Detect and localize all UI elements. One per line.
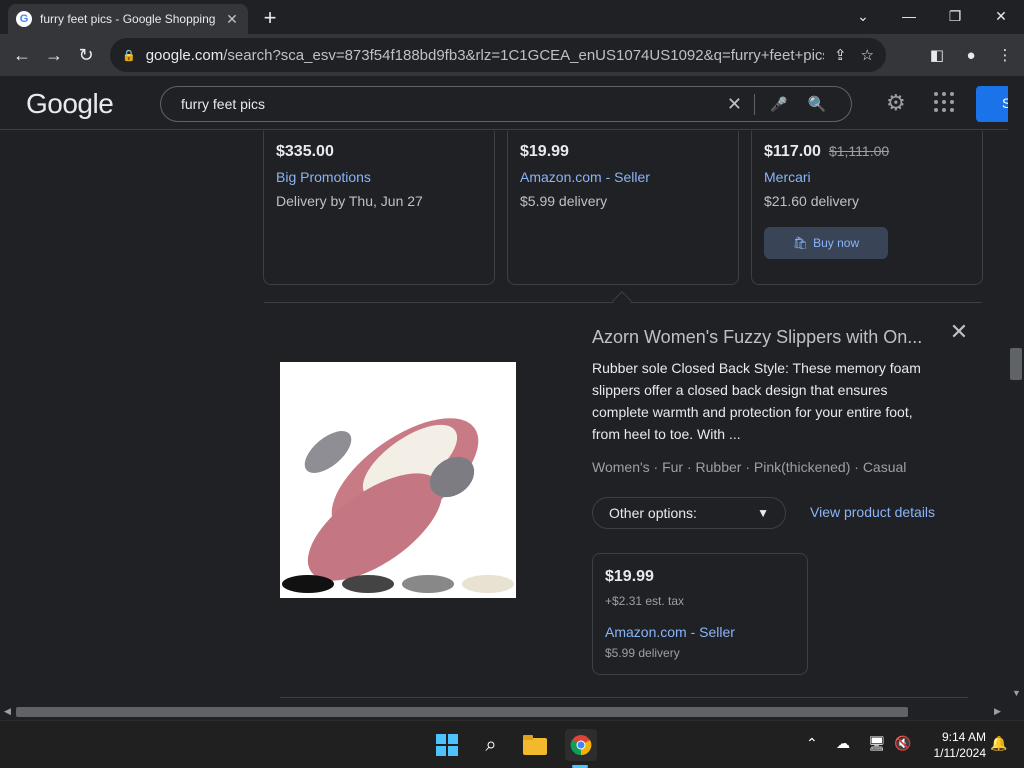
chevron-down-icon: ▼ xyxy=(757,506,769,520)
scroll-down-arrow-icon[interactable]: ▼ xyxy=(1012,688,1021,698)
settings-gear-icon[interactable]: ⚙ xyxy=(886,90,906,116)
card-delivery: $5.99 delivery xyxy=(520,193,608,209)
notification-bell-icon[interactable]: 🔔 xyxy=(990,735,1007,752)
section-divider xyxy=(280,697,968,698)
vertical-scroll-thumb[interactable] xyxy=(1010,348,1022,380)
product-description: Rubber sole Closed Back Style: These mem… xyxy=(592,360,921,442)
product-card[interactable]: $117.00 $1,111.00 Mercari $21.60 delivery… xyxy=(751,131,983,285)
windows-start-icon[interactable] xyxy=(433,731,461,759)
card-delivery: $21.60 delivery xyxy=(764,193,859,209)
card-seller-link[interactable]: Mercari xyxy=(764,169,970,185)
google-apps-icon[interactable] xyxy=(934,92,954,112)
reload-button[interactable]: ↻ xyxy=(70,39,102,71)
minimize-button[interactable]: — xyxy=(886,0,932,32)
product-image[interactable] xyxy=(280,362,516,598)
volume-muted-icon[interactable]: 🔇 xyxy=(894,735,911,752)
shopping-bag-icon: 🛍 xyxy=(792,236,809,250)
microphone-icon[interactable]: 🎤 xyxy=(765,96,793,113)
offer-tax: +$2.31 est. tax xyxy=(605,594,685,608)
onedrive-cloud-icon[interactable]: ☁ xyxy=(836,735,850,752)
browser-toolbar: ← → ↻ 🔒 google.com/search?sca_esv=873f54… xyxy=(0,34,1024,76)
back-button[interactable]: ← xyxy=(6,39,38,71)
offer-delivery: $5.99 delivery xyxy=(605,646,680,660)
horizontal-scroll-thumb[interactable] xyxy=(16,707,908,717)
google-logo[interactable]: Google xyxy=(26,88,114,120)
vertical-scrollbar[interactable] xyxy=(1008,76,1024,704)
network-icon[interactable]: 🖥 xyxy=(868,735,886,752)
tab-search-button[interactable]: ⌄ xyxy=(840,0,886,32)
card-price: $19.99 xyxy=(520,143,569,160)
google-favicon-icon: G xyxy=(16,11,32,27)
product-card[interactable]: $335.00 Big Promotions Delivery by Thu, … xyxy=(263,131,495,285)
original-price: $1,111.00 xyxy=(828,143,890,159)
restore-button[interactable]: ❐ xyxy=(932,0,978,32)
shopping-results: $335.00 Big Promotions Delivery by Thu, … xyxy=(0,131,1008,704)
other-options-dropdown[interactable]: Other options: ▼ xyxy=(592,497,786,529)
chrome-taskbar-icon[interactable] xyxy=(565,729,597,761)
scroll-right-arrow-icon[interactable]: ▶ xyxy=(994,706,1001,717)
new-tab-button[interactable]: + xyxy=(258,5,282,30)
scroll-left-arrow-icon[interactable]: ◀ xyxy=(4,706,11,717)
clock-time: 9:14 AM xyxy=(941,730,986,744)
search-icon[interactable]: ⌕ xyxy=(477,731,505,759)
taskbar-clock[interactable]: 9:14 AM 1/11/2024 xyxy=(918,729,987,761)
menu-kebab-icon[interactable]: ⋮ xyxy=(994,46,1016,64)
product-attributes: Women's · Fur · Rubber · Pink(thickened)… xyxy=(592,459,907,475)
google-header: Google furry feet pics ✕ 🎤 🔍 ⚙ S xyxy=(0,76,1024,130)
browser-tab-strip: G furry feet pics - Google Shopping ✕ + … xyxy=(0,0,1024,34)
close-tab-icon[interactable]: ✕ xyxy=(224,11,240,27)
profile-icon[interactable]: ● xyxy=(960,47,982,64)
clear-search-icon[interactable]: ✕ xyxy=(715,93,755,115)
card-price: $117.00 $1,111.00 xyxy=(764,143,890,160)
search-icon[interactable]: 🔍 xyxy=(803,95,831,113)
browser-tab[interactable]: G furry feet pics - Google Shopping ✕ xyxy=(8,4,248,34)
buy-now-button[interactable]: 🛍 Buy now xyxy=(764,227,888,259)
fuzzy-slipper-image xyxy=(280,362,516,598)
card-delivery: Delivery by Thu, Jun 27 xyxy=(276,193,423,209)
offer-seller-link[interactable]: Amazon.com - Seller xyxy=(605,624,795,640)
search-box[interactable]: furry feet pics ✕ 🎤 🔍 xyxy=(160,86,852,122)
lock-icon: 🔒 xyxy=(122,49,136,62)
forward-button[interactable]: → xyxy=(38,39,70,71)
windows-taskbar: ⌕ ⌃ ☁ 🖥 🔇 9:14 AM 1/11/2024 🔔 xyxy=(0,720,1024,768)
card-price: $335.00 xyxy=(276,143,334,160)
product-card[interactable]: $19.99 Amazon.com - Seller $5.99 deliver… xyxy=(507,131,739,285)
panel-pointer xyxy=(612,291,632,311)
show-hidden-icons-chevron-icon[interactable]: ⌃ xyxy=(806,735,818,752)
side-panel-icon[interactable]: ◧ xyxy=(926,46,948,64)
card-seller-link[interactable]: Big Promotions xyxy=(276,169,482,185)
url-text[interactable]: google.com/search?sca_esv=873f54f188bd9f… xyxy=(146,47,824,64)
clock-date: 1/11/2024 xyxy=(933,746,987,760)
address-bar[interactable]: 🔒 google.com/search?sca_esv=873f54f188bd… xyxy=(110,38,886,72)
tab-title: furry feet pics - Google Shopping xyxy=(40,12,216,26)
close-window-button[interactable]: ✕ xyxy=(978,0,1024,32)
search-input[interactable]: furry feet pics xyxy=(181,96,715,112)
offer-price: $19.99 xyxy=(605,568,654,585)
file-explorer-icon[interactable] xyxy=(521,731,549,759)
view-product-details-link[interactable]: View product details xyxy=(810,504,935,520)
offer-card[interactable]: $19.99 +$2.31 est. tax Amazon.com - Sell… xyxy=(592,553,808,675)
product-title[interactable]: Azorn Women's Fuzzy Slippers with On... xyxy=(592,327,932,348)
close-panel-icon[interactable]: ✕ xyxy=(948,319,970,344)
bookmark-star-icon[interactable]: ☆ xyxy=(861,46,874,64)
card-seller-link[interactable]: Amazon.com - Seller xyxy=(520,169,726,185)
share-icon[interactable]: ⇪ xyxy=(834,46,847,64)
